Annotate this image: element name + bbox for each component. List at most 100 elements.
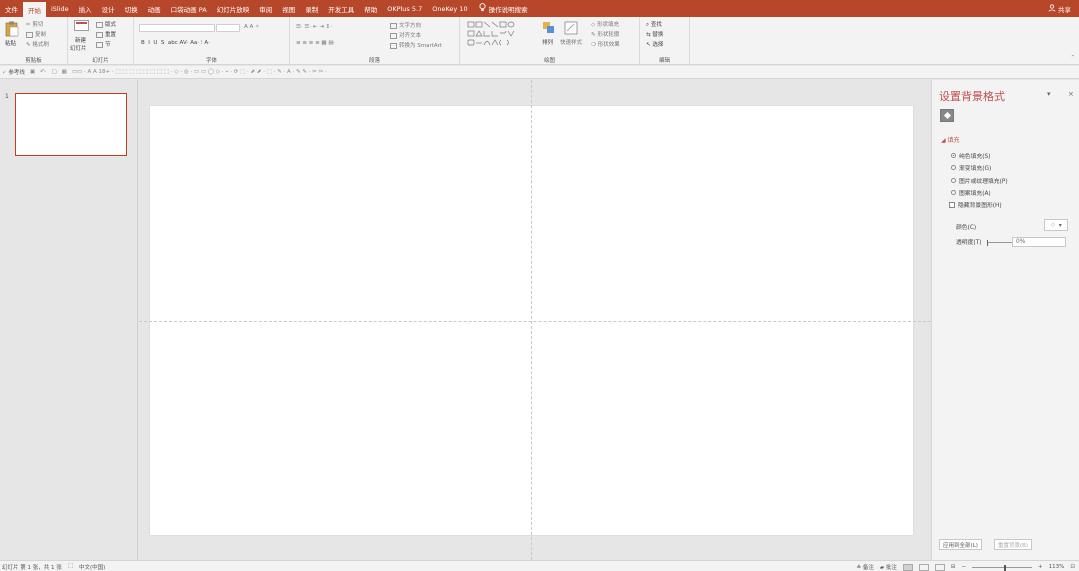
gradient-fill-option[interactable]: 渐变填充(G) — [951, 163, 991, 172]
editing-group: ⌕ 查找 ⇆ 替换 ↖ 选择 编辑 — [640, 17, 690, 65]
tab-slideshow[interactable]: 幻灯片放映 — [212, 0, 255, 17]
tab-record[interactable]: 录制 — [300, 0, 323, 17]
tab-help[interactable]: 帮助 — [359, 0, 382, 17]
vertical-guide[interactable] — [531, 80, 532, 560]
comments-button[interactable]: ▰ 批注 — [880, 563, 897, 571]
slide-thumbnail[interactable] — [15, 93, 127, 156]
font-size-select[interactable] — [216, 24, 240, 32]
shape-effects-button[interactable]: ❍ 形状效果 — [591, 40, 620, 48]
grid-icon[interactable]: ▦ — [62, 69, 67, 75]
align-buttons[interactable]: ≡ ≡ ≡ ≡ ▦ ▤· — [296, 40, 335, 46]
convert-smartart-button[interactable]: 转换为 SmartArt — [390, 41, 442, 49]
qat-tools[interactable]: ▭▭ · A A 18+ · ⬚ ⬚ ⬚ ⬚ ⬚ ⬚ ⬚ ⬚ · ◇ · ◎ ·… — [72, 69, 327, 75]
tell-me-search[interactable]: 操作说明搜索 — [479, 3, 528, 14]
select-button[interactable]: ↖ 选择 — [646, 40, 663, 48]
tab-insert[interactable]: 插入 — [74, 0, 97, 17]
paste-button[interactable]: 粘贴 — [5, 39, 16, 47]
save-icon[interactable]: ▣ — [30, 69, 35, 75]
new-slide-icon[interactable] — [74, 20, 89, 34]
zoom-out-icon[interactable]: − — [961, 564, 966, 570]
new-slide-label-2[interactable]: 幻灯片 — [70, 44, 87, 52]
tab-transitions[interactable]: 切换 — [120, 0, 143, 17]
slideshow-icon[interactable]: ⊟ — [951, 564, 956, 570]
cut-button[interactable]: ✂ 剪切 — [26, 20, 43, 28]
tab-review[interactable]: 审阅 — [254, 0, 277, 17]
slide-sorter-icon[interactable] — [918, 563, 929, 571]
tab-animations[interactable]: 动画 — [143, 0, 166, 17]
picture-texture-fill-option[interactable]: 图片或纹理填充(P) — [951, 176, 1008, 185]
zoom-level[interactable]: 113% — [1049, 564, 1065, 570]
reset-button[interactable]: 重置 — [96, 30, 116, 38]
copy-button[interactable]: 复制 — [26, 30, 46, 38]
share-button[interactable]: 共享 — [1048, 0, 1071, 17]
transparency-slider[interactable] — [987, 240, 1012, 246]
section-button[interactable]: 节 — [96, 40, 111, 48]
quick-access-toolbar: ✓ 参考线 ▣ ↶· ▢ ▦ ▭▭ · A A 18+ · ⬚ ⬚ ⬚ ⬚ ⬚ … — [0, 66, 1079, 79]
quick-styles-icon[interactable] — [564, 21, 578, 37]
font-name-select[interactable] — [139, 24, 215, 32]
smartart-icon — [390, 42, 397, 49]
normal-view-icon[interactable] — [902, 563, 913, 571]
fill-icon[interactable] — [940, 109, 954, 122]
reset-background-button[interactable]: 重置背景(B) — [994, 539, 1033, 550]
text-direction-button[interactable]: 文字方向 — [390, 21, 421, 29]
slides-group: 新建 幻灯片 版式 重置 节 幻灯片 — [68, 17, 134, 65]
format-background-pane: 设置背景格式 ▾ × ◢ 填充 纯色填充(S) 渐变填充(G) 图片或纹理填充(… — [931, 80, 1079, 560]
reading-view-icon[interactable] — [934, 563, 945, 571]
shape-effects-label: 形状效果 — [597, 42, 620, 48]
shapes-gallery[interactable] — [467, 21, 531, 51]
transparency-input[interactable]: 0% — [1012, 237, 1066, 247]
align-text-button[interactable]: 对齐文本 — [390, 31, 421, 39]
collapse-ribbon-icon[interactable]: ⌃ — [1070, 55, 1075, 61]
person-icon — [1048, 3, 1056, 14]
tab-design[interactable]: 设计 — [97, 0, 120, 17]
close-icon[interactable]: × — [1068, 90, 1074, 98]
list-buttons[interactable]: ☰· ☰· ⇤ ⇥ ↕· — [296, 24, 332, 30]
quick-styles-label[interactable]: 快速样式 — [560, 38, 582, 46]
zoom-slider-knob[interactable] — [1004, 564, 1007, 571]
zoom-slider[interactable] — [972, 564, 1033, 571]
font-style-buttons[interactable]: B I U S abc AV· Aa· ⁝ A· — [141, 40, 210, 46]
pattern-fill-option[interactable]: 图案填充(A) — [951, 188, 991, 197]
new-slide-label[interactable]: 新建 — [75, 36, 86, 44]
zoom-in-icon[interactable]: + — [1038, 564, 1043, 570]
hide-background-graphics-checkbox[interactable]: 隐藏背景图形(H) — [949, 200, 1002, 209]
arrange-icon[interactable] — [542, 21, 556, 37]
tab-islide[interactable]: iSlide — [46, 0, 74, 17]
accessibility-icon[interactable]: ⬚ — [68, 563, 73, 571]
color-label: 颜色(C) — [956, 225, 977, 231]
paste-icon[interactable] — [5, 21, 19, 39]
copy-icon — [26, 31, 33, 38]
replace-button[interactable]: ⇆ 替换 — [646, 30, 663, 38]
tab-okplus[interactable]: OKPlus 5.7 — [382, 0, 427, 17]
apply-to-all-button[interactable]: 应用到全部(L) — [939, 539, 982, 550]
lightbulb-icon — [479, 3, 486, 14]
pane-options-icon[interactable]: ▾ — [1047, 90, 1051, 98]
fill-section-header[interactable]: ◢ 填充 — [941, 135, 960, 144]
notes-icon: ≙ — [856, 565, 862, 571]
horizontal-guide[interactable] — [139, 321, 931, 322]
find-button[interactable]: ⌕ 查找 — [646, 20, 662, 29]
tab-pocket-animation[interactable]: 口袋动画 PA — [166, 0, 212, 17]
fit-to-window-icon[interactable]: ⊡ — [1070, 564, 1075, 570]
notes-button[interactable]: ≙ 备注 — [856, 563, 873, 571]
format-painter-button[interactable]: ✎ 格式刷 — [26, 40, 49, 48]
shape-fill-button[interactable]: ◇ 形状填充 — [591, 20, 619, 28]
paint-bucket-icon: ♢ — [1050, 221, 1056, 229]
language-indicator[interactable]: 中文(中国) — [79, 563, 105, 571]
layout-button[interactable]: 版式 — [96, 20, 116, 28]
slider-knob[interactable] — [987, 240, 988, 246]
guides-toggle[interactable]: ✓ 参考线 — [2, 68, 25, 76]
rectangle-icon[interactable]: ▢ — [51, 69, 56, 75]
tab-view[interactable]: 视图 — [277, 0, 300, 17]
tab-onekey[interactable]: OneKey 10 — [427, 0, 472, 17]
shape-outline-button[interactable]: ✎ 形状轮廓 — [591, 30, 619, 38]
tab-file[interactable]: 文件 — [0, 0, 23, 17]
font-size-buttons[interactable]: A A ✧ — [244, 24, 260, 30]
solid-fill-option[interactable]: 纯色填充(S) — [951, 151, 990, 160]
arrange-label[interactable]: 排列 — [542, 38, 553, 46]
tab-home[interactable]: 开始 — [23, 2, 46, 17]
undo-icon[interactable]: ↶· — [40, 69, 46, 75]
tab-developer[interactable]: 开发工具 — [323, 0, 359, 17]
color-picker-button[interactable]: ♢ ▾ — [1044, 219, 1068, 231]
